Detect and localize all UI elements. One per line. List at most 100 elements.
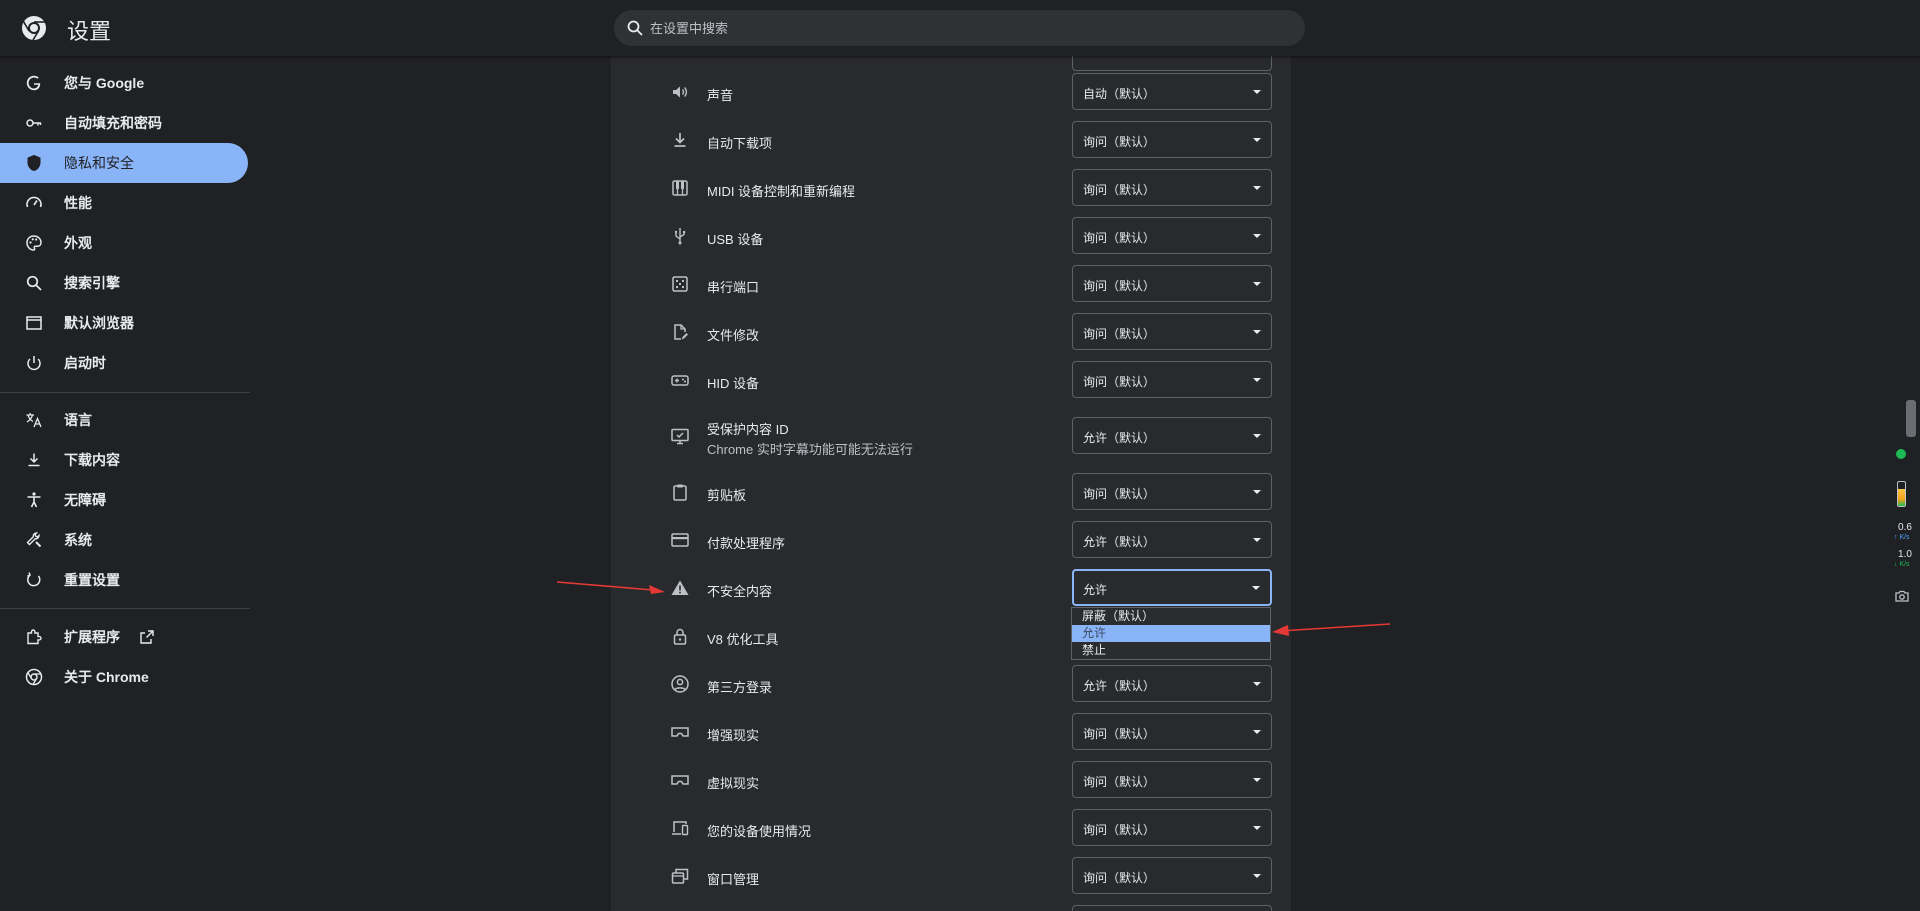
sound-select[interactable]: 自动（默认）: [1072, 73, 1272, 110]
setting-label: 文件修改: [707, 328, 760, 343]
select-value: 询问（默认）: [1083, 727, 1156, 741]
sidebar-item-languages[interactable]: 语言: [0, 400, 248, 440]
setting-label: 受保护内容 ID: [707, 422, 789, 437]
chevron-down-icon: [1253, 538, 1261, 542]
window-management-select[interactable]: 询问（默认）: [1072, 857, 1272, 894]
sidebar-item-performance[interactable]: 性能: [0, 183, 248, 223]
dropdown-option-block[interactable]: 屏蔽（默认）: [1072, 608, 1270, 625]
chevron-down-icon: [1253, 682, 1261, 686]
sidebar-item-system[interactable]: 系统: [0, 520, 248, 560]
usb-select[interactable]: 询问（默认）: [1072, 217, 1272, 254]
wrench-icon: [26, 532, 42, 548]
virtual-reality-select[interactable]: 询问（默认）: [1072, 761, 1272, 798]
site-setting-row-window-management: 窗口管理 询问（默认）: [611, 852, 1291, 900]
serial-ports-select[interactable]: 询问（默认）: [1072, 265, 1272, 302]
midi-select[interactable]: 询问（默认）: [1072, 169, 1272, 206]
account-circle-icon: [671, 675, 689, 693]
chevron-down-icon: [1253, 778, 1261, 782]
lock-icon: [673, 628, 687, 645]
sidebar-item-accessibility[interactable]: 无障碍: [0, 480, 248, 520]
setting-label: 第三方登录: [707, 680, 773, 695]
augmented-reality-select[interactable]: 询问（默认）: [1072, 713, 1272, 750]
search-box[interactable]: [614, 10, 1305, 46]
search-input[interactable]: [648, 10, 1288, 46]
clipboard-select[interactable]: 询问（默认）: [1072, 473, 1272, 510]
select-value: 询问（默认）: [1083, 135, 1156, 149]
site-setting-select[interactable]: [1072, 905, 1272, 911]
sidebar-item-label: 下载内容: [64, 452, 120, 468]
select-value: 询问（默认）: [1083, 775, 1156, 789]
setting-label: 窗口管理: [707, 872, 760, 887]
third-party-sign-in-select[interactable]: 允许（默认）: [1072, 665, 1272, 702]
sidebar-item-privacy[interactable]: 隐私和安全: [0, 143, 248, 183]
sidebar-item-label: 无障碍: [64, 492, 106, 508]
site-setting-row-midi: MIDI 设备控制和重新编程 询问（默认）: [611, 164, 1291, 212]
sidebar-item-autofill[interactable]: 自动填充和密码: [0, 103, 248, 143]
sidebar-item-label: 扩展程序: [64, 629, 120, 645]
file-editing-select[interactable]: 询问（默认）: [1072, 313, 1272, 350]
external-link-icon[interactable]: [139, 629, 155, 645]
page-scrollbar[interactable]: [1905, 56, 1919, 911]
insecure-content-select[interactable]: 允许: [1072, 569, 1272, 606]
select-value: 询问（默认）: [1083, 871, 1156, 885]
piano-icon: [672, 180, 688, 196]
vr-headset-icon: [671, 727, 689, 737]
payment-handlers-select[interactable]: 允许（默认）: [1072, 521, 1272, 558]
site-setting-row-serial-ports: 串行端口 询问（默认）: [611, 260, 1291, 308]
sidebar-item-label: 默认浏览器: [64, 315, 134, 331]
sidebar-item-downloads[interactable]: 下载内容: [0, 440, 248, 480]
chevron-down-icon: [1253, 90, 1261, 94]
upload-unit: ↑ K/s: [1894, 534, 1910, 541]
site-setting-row-clipboard: 剪贴板 询问（默认）: [611, 468, 1291, 516]
select-value: 询问（默认）: [1083, 823, 1156, 837]
select-value: 允许（默认）: [1083, 679, 1156, 693]
sidebar-item-extensions[interactable]: 扩展程序: [0, 617, 248, 657]
protected-content-select[interactable]: 允许（默认）: [1072, 417, 1272, 454]
chevron-down-icon: [1253, 490, 1261, 494]
clipboard-icon: [673, 484, 687, 501]
site-setting-row-device-use: 您的设备使用情况 询问（默认）: [611, 804, 1291, 852]
chevron-down-icon: [1253, 826, 1261, 830]
sidebar-item-you-and-google[interactable]: 您与 Google: [0, 63, 248, 103]
speedometer-icon: [26, 196, 42, 208]
site-setting-row-usb: USB 设备 询问（默认）: [611, 212, 1291, 260]
shield-icon: [27, 154, 41, 172]
dropdown-option-deny[interactable]: 禁止: [1072, 642, 1270, 659]
file-edit-icon: [674, 324, 688, 340]
chevron-down-icon: [1253, 138, 1261, 142]
device-use-select[interactable]: 询问（默认）: [1072, 809, 1272, 846]
battery-level: [1898, 489, 1905, 506]
chevron-down-icon: [1252, 586, 1260, 590]
key-icon: [26, 119, 42, 127]
hid-devices-select[interactable]: 询问（默认）: [1072, 361, 1272, 398]
setting-label: 您的设备使用情况: [707, 824, 812, 839]
scrollbar-thumb[interactable]: [1906, 400, 1916, 437]
sidebar-item-default-browser[interactable]: 默认浏览器: [0, 303, 248, 343]
site-setting-row-protected-content: 受保护内容 ID Chrome 实时字幕功能可能无法运行 允许（默认）: [611, 404, 1291, 468]
window-management-icon: [671, 868, 689, 884]
setting-label: HID 设备: [707, 376, 760, 391]
dropdown-option-allow[interactable]: 允许: [1072, 625, 1270, 642]
download-icon: [674, 133, 686, 147]
page-title: 设置: [67, 19, 112, 44]
sidebar-divider: [0, 392, 250, 393]
auto-downloads-select[interactable]: 询问（默认）: [1072, 121, 1272, 158]
sidebar-item-search-engine[interactable]: 搜索引擎: [0, 263, 248, 303]
camera-icon[interactable]: [1894, 588, 1910, 604]
puzzle-icon: [27, 629, 42, 645]
select-value: 询问（默认）: [1083, 183, 1156, 197]
site-setting-row-file-editing: 文件修改 询问（默认）: [611, 308, 1291, 356]
insecure-content-dropdown: 屏蔽（默认） 允许 禁止: [1071, 607, 1271, 660]
power-icon: [27, 356, 41, 371]
setting-label: 虚拟现实: [707, 776, 760, 791]
select-value: 询问（默认）: [1083, 375, 1156, 389]
sidebar-item-label: 语言: [64, 412, 92, 428]
annotation-arrow-left: [556, 581, 665, 594]
browser-window-icon: [26, 316, 42, 330]
sidebar-item-about-chrome[interactable]: 关于 Chrome: [0, 657, 248, 697]
usb-icon: [674, 228, 686, 245]
sidebar-item-on-startup[interactable]: 启动时: [0, 343, 248, 383]
serial-port-icon: [672, 276, 688, 292]
sidebar-item-appearance[interactable]: 外观: [0, 223, 248, 263]
sidebar-item-reset-settings[interactable]: 重置设置: [0, 560, 248, 600]
